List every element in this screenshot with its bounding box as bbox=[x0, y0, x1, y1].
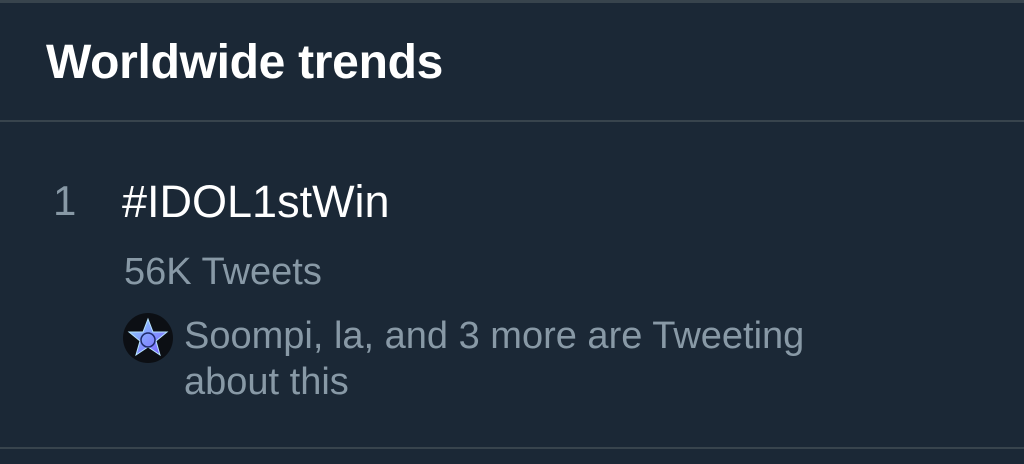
trend-name[interactable]: #IDOL1stWin bbox=[122, 176, 390, 228]
star-badge-icon bbox=[127, 317, 169, 357]
page-title: Worldwide trends bbox=[46, 36, 444, 89]
trends-header: Worldwide trends bbox=[0, 3, 1024, 122]
trend-item[interactable]: 1 #IDOL1stWin 56K Tweets Soompi, la, and… bbox=[0, 124, 1024, 449]
avatar bbox=[123, 313, 173, 363]
trend-tweet-count: 56K Tweets bbox=[124, 251, 322, 293]
trend-rank: 1 bbox=[53, 177, 77, 224]
tweeting-context: Soompi, la, and 3 more are Tweeting abou… bbox=[123, 313, 923, 413]
tweeting-text: Soompi, la, and 3 more are Tweeting abou… bbox=[184, 315, 805, 403]
